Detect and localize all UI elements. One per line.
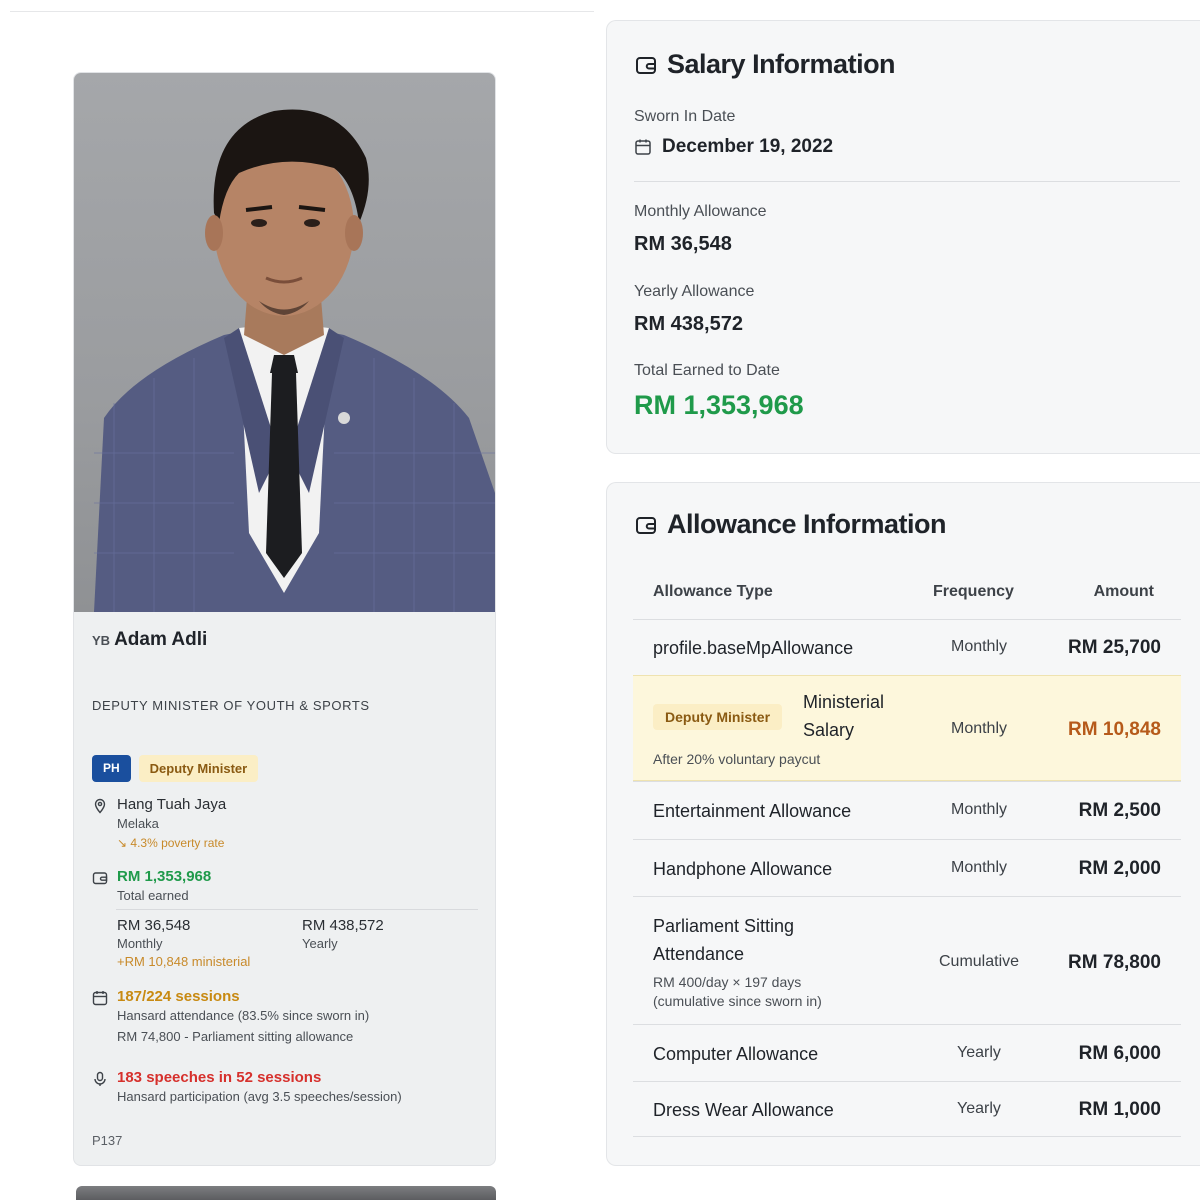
- ministerial-extra: +RM 10,848 ministerial: [117, 954, 251, 969]
- allowance-amount: RM 10,848: [1068, 719, 1161, 740]
- mp-profile-card[interactable]: YB Adam Adli DEPUTY MINISTER OF YOUTH & …: [73, 72, 496, 1166]
- sworn-in-label: Sworn In Date: [634, 108, 736, 125]
- total-earned-label: Total Earned to Date: [634, 362, 780, 379]
- wallet-icon: [636, 516, 656, 534]
- party-badge: PH: [92, 755, 131, 782]
- mp-role: DEPUTY MINISTER OF YOUTH & SPORTS: [92, 698, 370, 713]
- speeches-count: 183 speeches in 52 sessions: [117, 1069, 322, 1086]
- sworn-in-date-text: December 19, 2022: [662, 136, 834, 157]
- total-earned-label: Total earned: [117, 888, 189, 903]
- constituency-info: Hang Tuah Jaya Melaka ↘ 4.3% poverty rat…: [92, 796, 226, 850]
- deputy-minister-badge: Deputy Minister: [653, 704, 783, 730]
- table-row: Dress Wear Allowance Yearly RM 1,000: [633, 1081, 1181, 1137]
- allowance-panel-title: Allowance Information: [635, 509, 947, 540]
- allowance-type: Handphone Allowance: [653, 859, 833, 879]
- salary-panel-title: Salary Information: [635, 49, 896, 80]
- allowance-amount: RM 1,000: [1078, 1099, 1161, 1120]
- poverty-rate: ↘ 4.3% poverty rate: [117, 836, 226, 850]
- yearly-value: RM 438,572: [302, 917, 384, 934]
- table-row: Parliament Sitting Attendance RM 400/day…: [633, 896, 1181, 1024]
- name-prefix: YB: [92, 633, 111, 648]
- sessions-allowance: RM 74,800 - Parliament sitting allowance: [117, 1029, 354, 1044]
- allowance-type: Computer Allowance: [653, 1044, 819, 1064]
- state-name: Melaka: [117, 816, 159, 831]
- allowance-amount: RM 2,500: [1078, 800, 1161, 821]
- next-card-edge: [76, 1186, 496, 1200]
- header-frequency: Frequency: [933, 583, 1014, 600]
- allowance-type: profile.baseMpAllowance: [653, 638, 854, 658]
- allowance-type-line1: Ministerial: [803, 692, 885, 712]
- allowance-amount: RM 25,700: [1068, 637, 1161, 658]
- table-row: profile.baseMpAllowance Monthly RM 25,70…: [633, 619, 1181, 675]
- sworn-in-date: December 19, 2022: [634, 136, 833, 158]
- top-divider: [10, 11, 594, 12]
- allowance-frequency: Yearly: [957, 1100, 1001, 1117]
- allowance-note: After 20% voluntary paycut: [653, 751, 821, 767]
- calendar-icon: [92, 991, 108, 1006]
- allowance-note-line1: RM 400/day × 197 days: [653, 974, 802, 990]
- badge-group: PH Deputy Minister: [92, 755, 259, 782]
- poverty-rate-text: 4.3% poverty rate: [130, 836, 225, 850]
- trend-down-icon: ↘: [117, 836, 131, 850]
- allowance-type-line2: Attendance: [653, 944, 745, 964]
- allowance-information-panel: Allowance Information Allowance Type Fre…: [606, 482, 1200, 1166]
- yearly-salary: RM 438,572 Yearly: [302, 917, 384, 951]
- total-earned-value: RM 1,353,968: [634, 390, 804, 420]
- allowance-type: Dress Wear Allowance: [653, 1100, 834, 1120]
- wallet-icon: [636, 56, 656, 74]
- monthly-allowance-value: RM 36,548: [634, 233, 732, 255]
- constituency-code: P137: [92, 1133, 123, 1148]
- yearly-allowance-label: Yearly Allowance: [634, 283, 755, 300]
- salary-title-text: Salary Information: [667, 49, 896, 79]
- header-allowance-type: Allowance Type: [653, 583, 773, 600]
- salary-divider: [116, 909, 478, 910]
- mp-name-row: YB Adam Adli: [92, 629, 207, 651]
- header-amount: Amount: [1093, 583, 1154, 600]
- allowance-frequency: Monthly: [950, 801, 1008, 818]
- monthly-label: Monthly: [117, 936, 163, 951]
- allowance-frequency: Monthly: [950, 859, 1008, 876]
- sessions-detail: Hansard attendance (83.5% since sworn in…: [117, 1008, 370, 1023]
- table-row: Computer Allowance Yearly RM 6,000: [633, 1024, 1181, 1081]
- allowance-amount: RM 6,000: [1078, 1043, 1161, 1064]
- allowance-type-line2: Salary: [803, 720, 855, 740]
- allowance-title-text: Allowance Information: [667, 509, 947, 539]
- allowance-frequency: Monthly: [950, 720, 1008, 737]
- calendar-icon: [635, 139, 651, 155]
- sessions-info: 187/224 sessions Hansard attendance (83.…: [92, 988, 369, 1044]
- allowance-type-line1: Parliament Sitting: [653, 916, 795, 936]
- mp-name: Adam Adli: [114, 629, 208, 650]
- table-row: Entertainment Allowance Monthly RM 2,500: [633, 781, 1181, 839]
- sessions-count: 187/224 sessions: [117, 988, 240, 1005]
- allowance-amount: RM 78,800: [1068, 952, 1161, 973]
- salary-information-panel: Salary Information Sworn In Date Decembe…: [606, 20, 1200, 454]
- table-row: Handphone Allowance Monthly RM 2,000: [633, 839, 1181, 896]
- mp-portrait-photo: [74, 73, 495, 612]
- allowance-frequency: Monthly: [950, 638, 1008, 655]
- role-badge: Deputy Minister: [138, 755, 259, 782]
- salary-divider: [634, 181, 1180, 182]
- total-earned-value: RM 1,353,968: [117, 868, 212, 885]
- allowance-amount: RM 2,000: [1078, 858, 1161, 879]
- speeches-detail: Hansard participation (avg 3.5 speeches/…: [117, 1089, 402, 1104]
- allowance-frequency: Yearly: [957, 1044, 1001, 1061]
- monthly-value: RM 36,548: [117, 917, 191, 934]
- constituency-name: Hang Tuah Jaya: [117, 796, 227, 813]
- allowance-type: Entertainment Allowance: [653, 801, 852, 821]
- total-earned-info: RM 1,353,968 Total earned: [92, 868, 211, 903]
- table-row-highlighted: Deputy Minister Ministerial Salary After…: [633, 675, 1181, 781]
- yearly-allowance-value: RM 438,572: [634, 313, 743, 335]
- speeches-info: 183 speeches in 52 sessions Hansard part…: [92, 1069, 402, 1104]
- monthly-allowance-label: Monthly Allowance: [634, 203, 767, 220]
- allowance-frequency: Cumulative: [938, 953, 1020, 970]
- wallet-icon: [92, 872, 108, 885]
- monthly-salary: RM 36,548 Monthly +RM 10,848 ministerial: [117, 917, 250, 969]
- yearly-label: Yearly: [302, 936, 338, 951]
- microphone-icon: [94, 1071, 106, 1086]
- allowance-note-line2: (cumulative since sworn in): [653, 993, 822, 1009]
- location-pin-icon: [94, 798, 106, 814]
